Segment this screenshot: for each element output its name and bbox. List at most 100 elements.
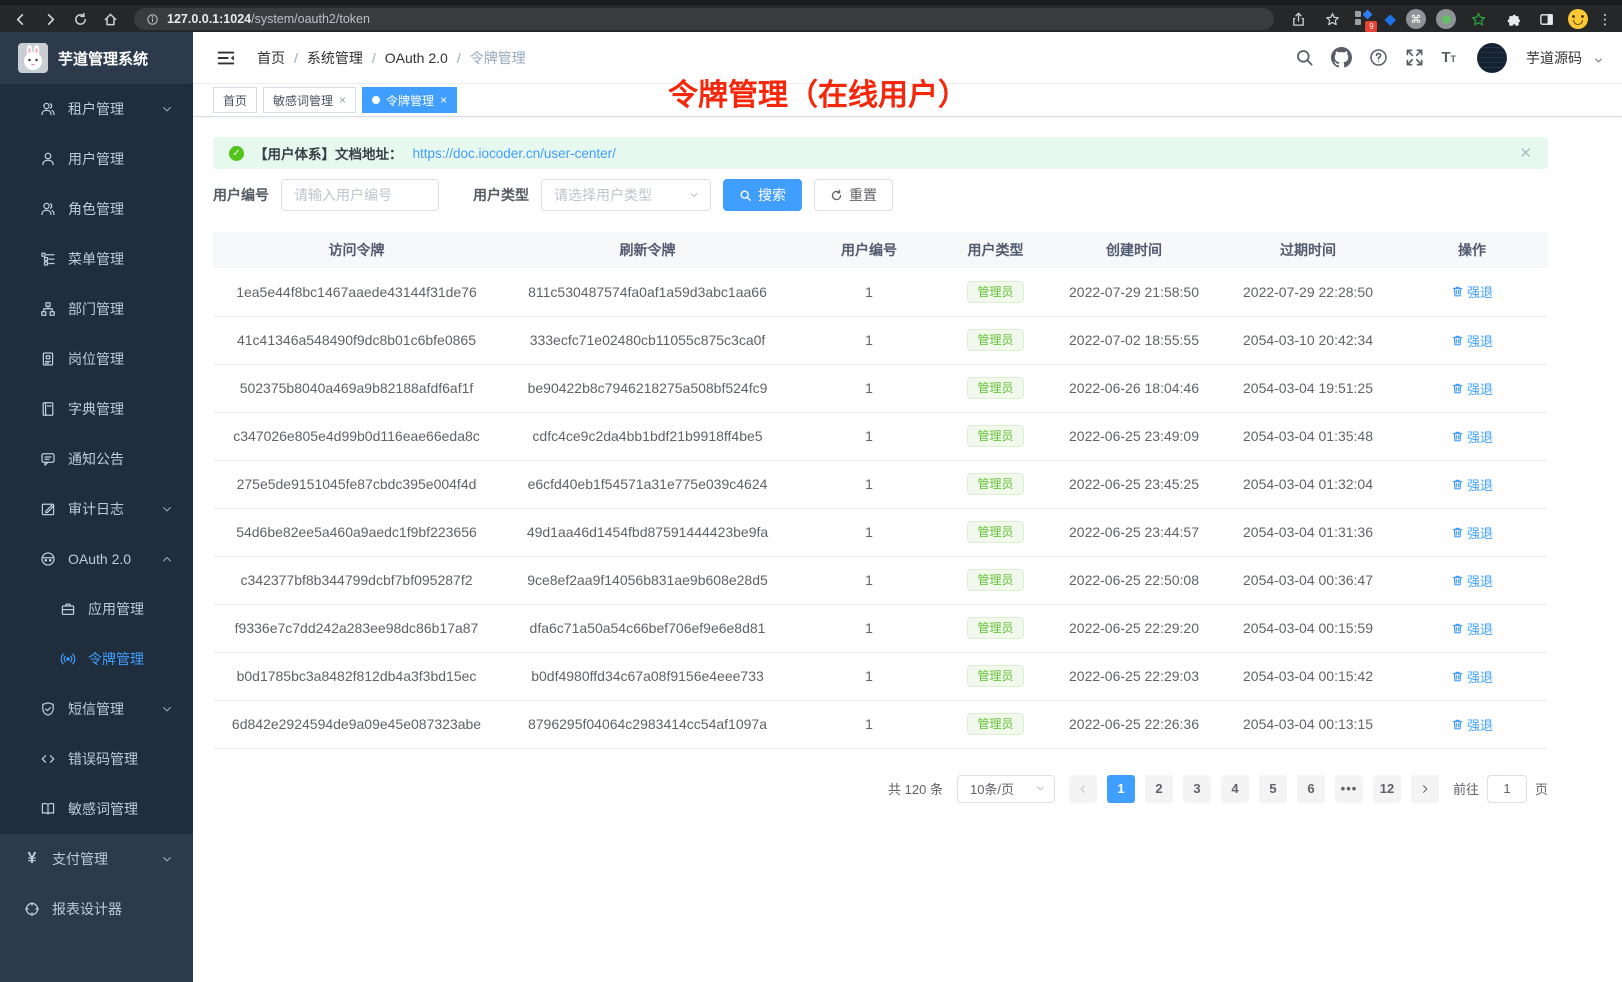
- sidebar-item[interactable]: 令牌管理: [0, 634, 193, 684]
- search-button[interactable]: 搜索: [723, 179, 802, 211]
- table-body: 1ea5e44f8bc1467aaede43144f31de76811c5304…: [213, 268, 1548, 748]
- trash-icon: [1451, 334, 1464, 347]
- doc-link[interactable]: https://doc.iocoder.cn/user-center/: [413, 146, 616, 161]
- force-logout-button[interactable]: 强退: [1451, 667, 1493, 686]
- sidebar-item[interactable]: 短信管理: [0, 684, 193, 734]
- back-button[interactable]: [8, 7, 32, 31]
- page-button[interactable]: 3: [1183, 775, 1211, 803]
- sidebar-item-label: 字典管理: [68, 399, 124, 419]
- sidebar-item[interactable]: 用户管理: [0, 134, 193, 184]
- user-id-cell: 1: [795, 412, 943, 460]
- code-icon: [40, 751, 56, 767]
- sidebar-item[interactable]: 报表设计器: [0, 884, 193, 934]
- page-button[interactable]: 1: [1107, 775, 1135, 803]
- force-logout-button[interactable]: 强退: [1451, 571, 1493, 590]
- next-page-button[interactable]: [1411, 775, 1439, 803]
- page-size-select[interactable]: 10条/页: [957, 775, 1055, 803]
- force-logout-button[interactable]: 强退: [1451, 331, 1493, 350]
- user-type-badge: 管理员: [967, 665, 1023, 687]
- breadcrumb-item[interactable]: OAuth 2.0: [385, 50, 448, 66]
- sidebar-item[interactable]: 租户管理: [0, 84, 193, 134]
- sidebar-item[interactable]: 角色管理: [0, 184, 193, 234]
- gem-extension-icon[interactable]: ◆: [1384, 12, 1396, 27]
- access-cell: 6d842e2924594de9a09e45e087323abe: [213, 700, 500, 748]
- access-cell: b0d1785bc3a8482f812db4a3f3bd15ec: [213, 652, 500, 700]
- force-logout-button[interactable]: 强退: [1451, 427, 1493, 446]
- sidebar-item[interactable]: 部门管理: [0, 284, 193, 334]
- sidebar-item[interactable]: 通知公告: [0, 434, 193, 484]
- help-icon[interactable]: [1369, 48, 1388, 67]
- star-extension-icon[interactable]: [1466, 7, 1490, 31]
- user-type-badge: 管理员: [967, 617, 1023, 639]
- trash-icon: [1451, 430, 1464, 443]
- sidebar-item[interactable]: ¥支付管理: [0, 834, 193, 884]
- chevron-down-icon: [161, 103, 173, 115]
- command-extension-icon[interactable]: ⌘: [1406, 9, 1426, 29]
- page-button[interactable]: 4: [1221, 775, 1249, 803]
- search-icon[interactable]: [1295, 48, 1314, 67]
- menu-kebab-icon[interactable]: ⋮: [1598, 11, 1612, 28]
- sidebar-item-label: 应用管理: [88, 599, 144, 619]
- bookmark-star-icon[interactable]: [1320, 7, 1344, 31]
- force-logout-button[interactable]: 强退: [1451, 475, 1493, 494]
- access-cell: 275e5de9151045fe87cbdc395e004f4d: [213, 460, 500, 508]
- user-avatar[interactable]: [1477, 43, 1507, 73]
- extension-badge: 9: [1365, 21, 1377, 32]
- home-button[interactable]: [98, 7, 122, 31]
- forward-button[interactable]: [38, 7, 62, 31]
- github-icon[interactable]: [1331, 47, 1352, 68]
- app-title: 芋道管理系统: [58, 48, 148, 69]
- hamburger-icon[interactable]: [217, 49, 235, 67]
- app-logo[interactable]: 芋道管理系统: [0, 32, 193, 84]
- tab[interactable]: 敏感词管理×: [263, 87, 356, 113]
- page-button[interactable]: 2: [1145, 775, 1173, 803]
- sidebar-item[interactable]: 岗位管理: [0, 334, 193, 384]
- sidebar-item[interactable]: OAuth 2.0: [0, 534, 193, 584]
- sidebar-item[interactable]: 应用管理: [0, 584, 193, 634]
- sidebar-item[interactable]: 菜单管理: [0, 234, 193, 284]
- chevron-down-icon[interactable]: [1593, 55, 1604, 66]
- force-logout-button[interactable]: 强退: [1451, 715, 1493, 734]
- user-id-input[interactable]: [281, 179, 439, 211]
- reset-button[interactable]: 重置: [814, 179, 893, 211]
- breadcrumb-item[interactable]: 首页: [257, 48, 285, 68]
- goto-suffix: 页: [1535, 779, 1548, 798]
- extension-grid-icon[interactable]: 9: [1354, 10, 1374, 28]
- fullscreen-icon[interactable]: [1405, 48, 1424, 67]
- close-icon[interactable]: ×: [339, 93, 346, 107]
- user-type-cell: 管理员: [943, 316, 1048, 364]
- sidebar-item[interactable]: 错误码管理: [0, 734, 193, 784]
- share-icon[interactable]: [1286, 7, 1310, 31]
- table-row: 1ea5e44f8bc1467aaede43144f31de76811c5304…: [213, 268, 1548, 316]
- user-type-select[interactable]: 请选择用户类型: [541, 179, 711, 211]
- reload-button[interactable]: [68, 7, 92, 31]
- menu-tree-icon: [40, 251, 56, 267]
- force-logout-button[interactable]: 强退: [1451, 282, 1493, 301]
- sidebar-toggle-icon[interactable]: [1534, 7, 1558, 31]
- font-size-icon[interactable]: TT: [1441, 50, 1456, 65]
- sidebar-item[interactable]: 敏感词管理: [0, 784, 193, 834]
- more-pages-button[interactable]: •••: [1335, 775, 1363, 803]
- puzzle-extensions-icon[interactable]: [1500, 7, 1524, 31]
- sidebar-item[interactable]: 审计日志: [0, 484, 193, 534]
- tab[interactable]: 令牌管理×: [362, 87, 457, 113]
- url-bar[interactable]: 127.0.0.1:1024/system/oauth2/token: [134, 8, 1274, 30]
- tab[interactable]: 首页: [213, 87, 257, 113]
- force-logout-button[interactable]: 强退: [1451, 619, 1493, 638]
- close-icon[interactable]: ✕: [1519, 144, 1532, 162]
- close-icon[interactable]: ×: [440, 93, 447, 107]
- breadcrumb-item[interactable]: 系统管理: [307, 48, 363, 68]
- record-extension-icon[interactable]: [1436, 9, 1456, 29]
- page-button[interactable]: 12: [1373, 775, 1401, 803]
- sidebar-item[interactable]: 字典管理: [0, 384, 193, 434]
- goto-input[interactable]: [1487, 775, 1527, 803]
- page-button[interactable]: 6: [1297, 775, 1325, 803]
- sidebar-item-label: 通知公告: [68, 449, 124, 469]
- page-button[interactable]: 5: [1259, 775, 1287, 803]
- user-type-label: 用户类型: [473, 185, 529, 205]
- prev-page-button[interactable]: [1069, 775, 1097, 803]
- force-logout-button[interactable]: 强退: [1451, 523, 1493, 542]
- user-name[interactable]: 芋道源码: [1526, 48, 1582, 68]
- force-logout-button[interactable]: 强退: [1451, 379, 1493, 398]
- profile-avatar-icon[interactable]: [1568, 9, 1588, 29]
